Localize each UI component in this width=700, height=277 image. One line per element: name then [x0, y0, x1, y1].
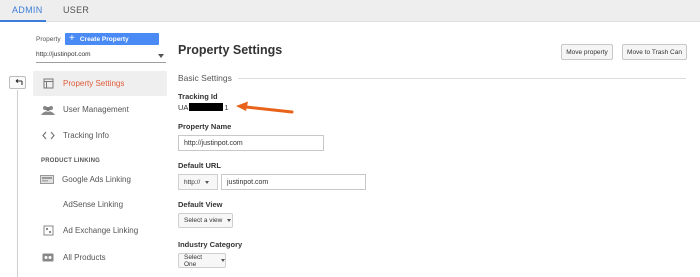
- sidebar-item-label: User Management: [63, 105, 129, 114]
- plus-icon: +: [69, 33, 75, 44]
- back-arrow-icon: [15, 78, 23, 85]
- annotation-arrow-icon: [236, 101, 294, 114]
- sidebar-item-label: All Products: [63, 253, 106, 262]
- property-selector[interactable]: http://justinpot.com: [36, 51, 166, 63]
- tab-user[interactable]: USER: [63, 5, 89, 15]
- sidebar-item-user-management[interactable]: User Management: [33, 97, 167, 122]
- sidebar-item-all-products[interactable]: All Products: [33, 245, 167, 270]
- property-name-input[interactable]: http://justinpot.com: [178, 135, 324, 151]
- industry-category-value: Select One: [184, 253, 203, 268]
- selected-property: http://justinpot.com: [36, 51, 91, 58]
- dropdown-arrow-icon: [158, 54, 164, 58]
- move-property-button[interactable]: Move property: [561, 44, 613, 60]
- default-view-label: Default View: [178, 200, 223, 209]
- page-title: Property Settings: [178, 43, 283, 57]
- sidebar-item-google-ads-linking[interactable]: Google Ads Linking: [33, 167, 167, 192]
- sidebar-item-label: Property Settings: [63, 79, 125, 88]
- tracking-id-prefix: UA: [178, 103, 189, 112]
- page-icon: [41, 78, 55, 89]
- basic-settings-heading: Basic Settings: [178, 73, 232, 83]
- code-icon: [41, 130, 55, 141]
- people-icon: [41, 104, 55, 115]
- sidebar-item-label: Tracking Info: [63, 131, 109, 140]
- blank-icon-slot: [41, 199, 55, 210]
- create-property-button[interactable]: + Create Property: [65, 33, 159, 45]
- products-icon: [41, 252, 55, 263]
- create-property-label: Create Property: [79, 35, 129, 43]
- tracking-id-value: UA 1: [178, 103, 229, 112]
- sidebar-item-adsense-linking[interactable]: AdSense Linking: [33, 192, 167, 217]
- default-url-input[interactable]: justinpot.com: [221, 174, 366, 190]
- property-name-label: Property Name: [178, 122, 232, 131]
- product-linking-heading: PRODUCT LINKING: [41, 158, 100, 164]
- sidebar-item-tracking-info[interactable]: Tracking Info: [33, 123, 167, 148]
- sidebar-item-label: Ad Exchange Linking: [63, 226, 139, 235]
- top-tab-bar: ADMIN USER: [0, 0, 700, 22]
- protocol-value: http://: [184, 178, 201, 186]
- property-label: Property: [36, 36, 61, 43]
- industry-category-select[interactable]: Select One: [178, 253, 226, 268]
- tracking-id-label: Tracking Id: [178, 92, 218, 101]
- caret-down-icon: [205, 180, 210, 184]
- caret-down-icon: [221, 259, 225, 262]
- hierarchy-line: [17, 90, 18, 277]
- exchange-icon: [41, 225, 55, 236]
- default-view-value: Select a view: [184, 217, 223, 224]
- active-tab-indicator: [0, 20, 46, 22]
- sidebar-item-label: AdSense Linking: [63, 200, 124, 209]
- tab-admin[interactable]: ADMIN: [12, 5, 43, 15]
- sidebar-item-ad-exchange-linking[interactable]: Ad Exchange Linking: [33, 218, 167, 243]
- move-to-trash-button[interactable]: Move to Trash Can: [622, 44, 687, 60]
- default-url-label: Default URL: [178, 161, 221, 170]
- caret-down-icon: [227, 219, 232, 222]
- tracking-id-suffix: 1: [224, 103, 229, 112]
- sidebar-item-label: Google Ads Linking: [62, 175, 131, 184]
- industry-category-label: Industry Category: [178, 240, 243, 249]
- default-view-select[interactable]: Select a view: [178, 213, 233, 228]
- redaction-block: [189, 103, 224, 111]
- sidebar-item-property-settings[interactable]: Property Settings: [33, 71, 167, 96]
- back-button[interactable]: [9, 76, 26, 89]
- section-divider: [238, 78, 686, 79]
- ads-icon: [40, 174, 54, 185]
- protocol-select[interactable]: http://: [178, 174, 218, 190]
